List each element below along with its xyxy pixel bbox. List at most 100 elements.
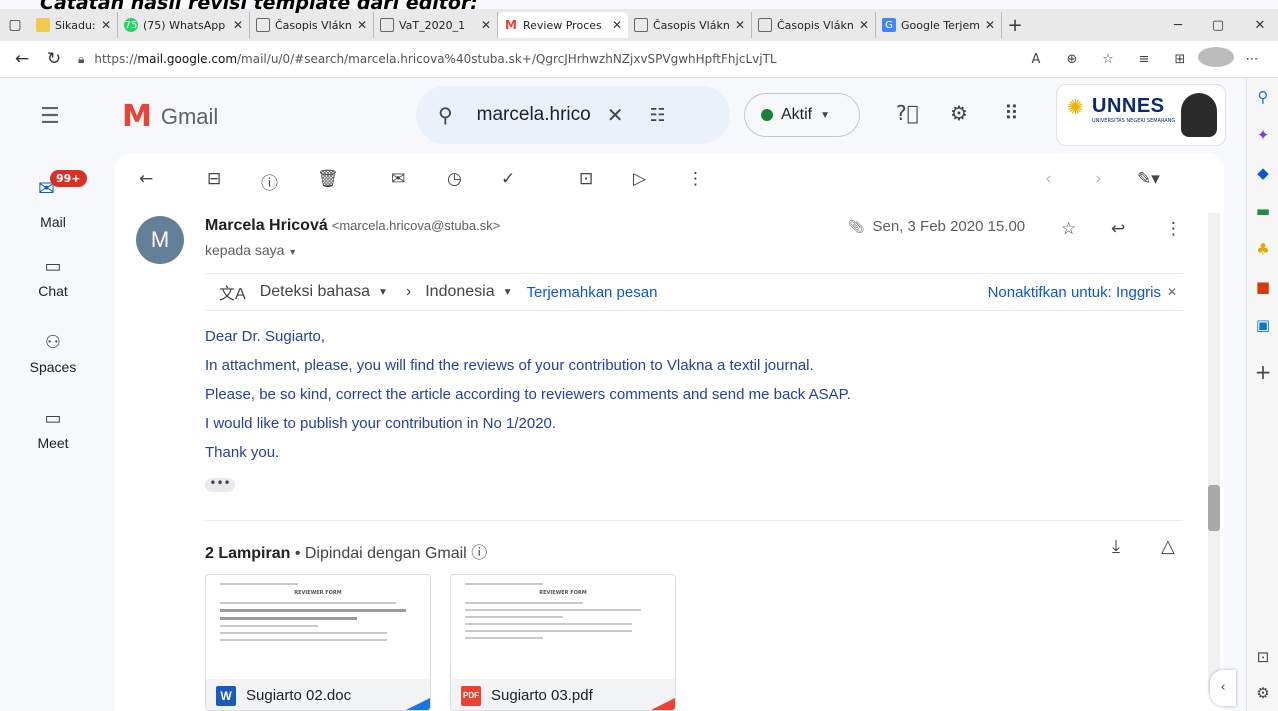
add-icon[interactable]: + (1247, 360, 1278, 384)
delete-icon[interactable]: 🗑︎ (317, 169, 339, 189)
rail-item-meet[interactable]: ▭ Meet (26, 408, 80, 451)
attachment-card-pdf[interactable]: REVIEWER FORM PDF Sugiarto 03.pdf (450, 574, 676, 711)
tab-title: Sikadu: UNNES (55, 18, 95, 32)
archive-icon[interactable]: ⊟ (207, 169, 221, 189)
read-aloud-icon[interactable]: A (1018, 52, 1054, 67)
info-icon[interactable]: ⓘ (471, 545, 487, 562)
browser-tab-6[interactable]: Časopis Vlákna ✕ (752, 12, 876, 38)
account-brand[interactable]: ✺ UNNES UNIVERSITAS NEGERI SEMARANG (1056, 84, 1226, 146)
browser-tab-2[interactable]: Časopis Vlákna ✕ (250, 12, 374, 38)
close-icon[interactable]: ✕ (357, 18, 367, 32)
recipient-details[interactable]: kepada saya ▼ (205, 242, 297, 258)
shopping-icon[interactable]: ◆ (1247, 164, 1278, 182)
new-tab-button[interactable]: + (1002, 15, 1028, 36)
back-nav-icon[interactable]: ← (6, 49, 38, 69)
outlook-icon[interactable]: ▣ (1247, 316, 1278, 334)
rail-item-chat[interactable]: ▭ Chat (26, 256, 80, 299)
disable-translate-link[interactable]: Nonaktifkan untuk: Inggris (988, 284, 1161, 301)
status-button[interactable]: Aktif ▼ (744, 93, 860, 137)
search-bar[interactable]: ⚲ marcela.hrico ✕ ☷ (416, 86, 730, 144)
source-language[interactable]: Deteksi bahasa (260, 283, 370, 301)
pdf-file-icon: PDF (461, 685, 481, 706)
attachment-card-doc[interactable]: REVIEWER FORM W Sugiarto 02.doc (205, 574, 431, 711)
close-icon[interactable]: ✕ (985, 18, 995, 32)
close-icon[interactable]: ✕ (859, 18, 869, 32)
window-close-button[interactable]: ✕ (1242, 9, 1278, 41)
gmail-logo[interactable]: M Gmail (122, 99, 218, 134)
close-icon[interactable]: ✕ (101, 18, 111, 32)
tab-actions-icon[interactable]: ▢ (0, 17, 30, 33)
older-icon[interactable]: › (1095, 169, 1102, 189)
copilot-icon[interactable]: ✦ (1247, 126, 1278, 144)
lock-icon: 🔒︎ (78, 51, 85, 66)
close-icon[interactable]: ✕ (481, 18, 491, 32)
search-options-icon[interactable]: ☷ (649, 105, 665, 126)
snooze-icon[interactable]: ◷ (447, 169, 462, 189)
search-input[interactable]: marcela.hrico (477, 104, 591, 126)
show-trimmed-content-button[interactable]: ••• (205, 477, 235, 492)
scrollbar[interactable] (1208, 213, 1220, 693)
star-icon[interactable]: ☆ (1061, 219, 1076, 239)
add-task-icon[interactable]: ✓ (501, 169, 515, 189)
more-vert-icon[interactable]: ⋮ (687, 169, 704, 189)
settings-icon[interactable]: ⚙ (1247, 684, 1278, 702)
clear-search-icon[interactable]: ✕ (607, 103, 624, 127)
profile-avatar[interactable] (1198, 47, 1234, 71)
close-icon[interactable]: ✕ (612, 18, 622, 32)
browser-tab-1[interactable]: 75 (75) WhatsApp ✕ (118, 12, 250, 38)
search-icon[interactable]: ⚲ (438, 103, 453, 127)
back-icon[interactable]: ← (139, 169, 153, 189)
tab-title: Časopis Vlákna (777, 18, 853, 32)
more-vert-icon[interactable]: ⋮ (1165, 219, 1182, 239)
save-to-drive-icon[interactable]: △ (1161, 536, 1175, 557)
browser-tab-7[interactable]: G Google Terjemahan ✕ (876, 12, 1002, 38)
scrollbar-thumb[interactable] (1208, 485, 1220, 531)
rail-item-spaces[interactable]: ⚇ Spaces (26, 332, 80, 375)
close-icon[interactable]: ✕ (1167, 285, 1177, 299)
favorites-icon[interactable]: ≡ (1126, 52, 1162, 67)
more-icon[interactable]: ⋯ (1234, 52, 1270, 67)
tools-icon[interactable]: ▬ (1247, 202, 1278, 220)
sender-avatar[interactable]: M (136, 216, 184, 264)
url-field[interactable]: 🔒︎ https://mail.google.com/mail/u/0/#sea… (70, 45, 1018, 73)
help-icon[interactable]: ?⃝ (896, 101, 919, 125)
target-language[interactable]: Indonesia (425, 283, 494, 301)
account-avatar[interactable] (1181, 93, 1217, 137)
favorite-add-icon[interactable]: ☆ (1090, 52, 1126, 67)
collapse-side-panel-icon[interactable]: ‹ (1210, 670, 1236, 706)
refresh-icon[interactable]: ↻ (38, 49, 70, 69)
scan-notice: Dipindai dengan Gmail (304, 545, 467, 562)
rail-item-mail[interactable]: Mail (26, 214, 80, 230)
body-line: Dear Dr. Sugiarto, (205, 328, 326, 345)
sidebar-hide-icon[interactable]: ⊡ (1247, 648, 1278, 666)
close-icon[interactable]: ✕ (735, 18, 745, 32)
maximize-button[interactable]: ▢ (1200, 9, 1236, 41)
minimize-button[interactable]: ─ (1160, 9, 1196, 41)
newer-icon[interactable]: ‹ (1045, 169, 1052, 189)
menu-icon[interactable]: ☰ (40, 104, 60, 129)
reply-icon[interactable]: ↩ (1111, 219, 1125, 239)
office-icon[interactable]: ■ (1247, 278, 1278, 296)
search-icon[interactable]: ⚲ (1247, 88, 1278, 106)
browser-tab-3[interactable]: VaT_2020_1 ✕ (374, 12, 498, 38)
browser-tab-5[interactable]: Časopis Vlákna ✕ (628, 12, 752, 38)
mark-unread-icon[interactable]: ✉ (391, 169, 405, 189)
report-spam-icon[interactable]: ⓘ (261, 169, 278, 194)
label-icon[interactable]: ▷ (633, 169, 646, 189)
games-icon[interactable]: ♣ (1247, 240, 1278, 258)
close-icon[interactable]: ✕ (233, 18, 243, 32)
translate-message-link[interactable]: Terjemahkan pesan (527, 284, 658, 301)
gear-icon[interactable]: ⚙ (950, 101, 968, 125)
move-to-icon[interactable]: ⊡ (579, 169, 593, 189)
browser-tab-active[interactable]: M Review Proces ✕ (498, 12, 628, 38)
collections-icon[interactable]: ⊞ (1162, 52, 1198, 67)
zoom-icon[interactable]: ⊕ (1054, 52, 1090, 67)
download-all-icon[interactable]: ⤓ (1112, 536, 1120, 557)
browser-tab-0[interactable]: Sikadu: UNNES ✕ (30, 12, 118, 38)
sender-name[interactable]: Marcela Hricová (205, 217, 328, 234)
rail-label: Meet (37, 435, 69, 451)
brand-subtext: UNIVERSITAS NEGERI SEMARANG (1092, 118, 1176, 124)
input-tools-icon[interactable]: ✎▾ (1137, 169, 1160, 189)
apps-grid-icon[interactable]: ⠿ (1004, 101, 1019, 125)
tab-title: Review Proces (523, 18, 602, 32)
